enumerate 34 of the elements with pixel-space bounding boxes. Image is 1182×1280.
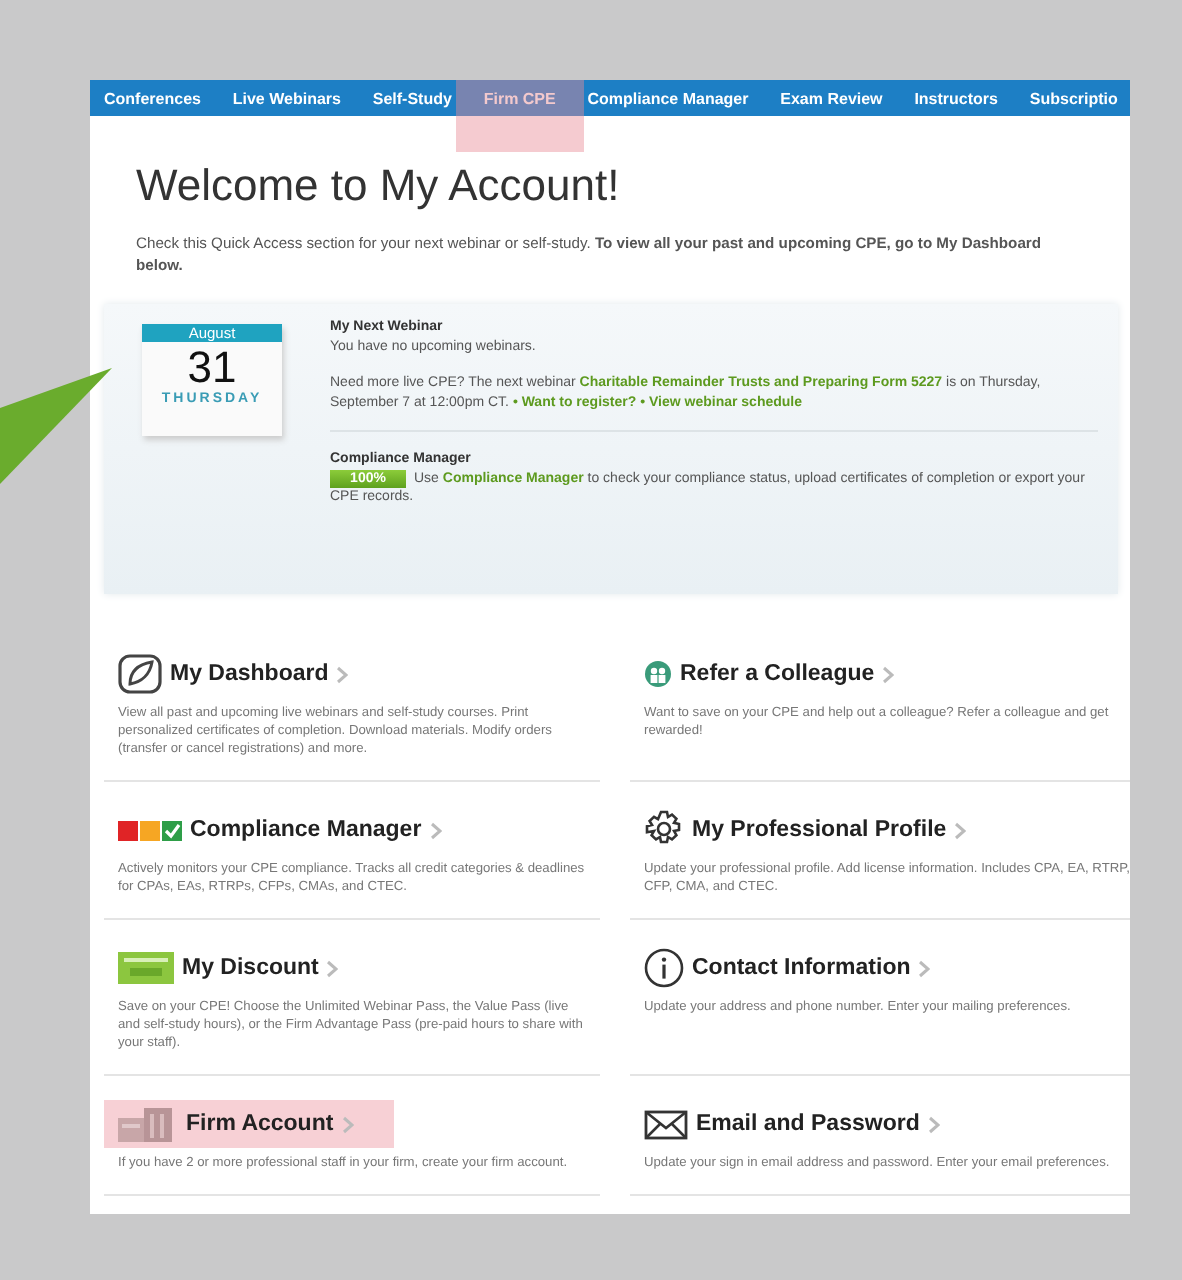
pointer-arrow [0,368,112,488]
page-title: Welcome to My Account! [136,160,622,212]
people-icon [644,660,672,688]
card-icon [118,952,174,984]
chevron-icon [326,959,339,977]
tile-link[interactable]: My Professional Profile [692,818,947,842]
chevron-icon [918,959,931,977]
tile-link[interactable]: Contact Information [692,956,911,980]
tile-link[interactable]: My Dashboard [170,662,329,686]
tile-link[interactable]: Refer a Colleague [680,662,875,686]
chevron-icon [882,665,895,683]
chevron-icon [954,821,967,839]
tile-link[interactable]: My Discount [182,956,319,980]
envelope-icon [644,1109,688,1139]
nav-link[interactable]: Subscriptio [1029,90,1118,108]
buildings-icon [118,1106,178,1142]
chevron-icon [336,665,349,683]
nav-link[interactable]: Conferences [104,90,201,108]
nav-link[interactable]: Compliance Manager [587,90,749,108]
nav-link[interactable]: Live Webinars [232,90,341,108]
chevron-icon [429,821,442,839]
dashboard-icon [118,654,162,694]
info-icon [644,948,684,988]
tile-link[interactable]: Compliance Manager [190,818,422,842]
nav-link[interactable]: Exam Review [780,90,883,108]
chevron-icon [927,1115,940,1133]
tile-link[interactable]: Email and Password [696,1112,920,1136]
nav-link[interactable]: Firm CPE [483,90,556,108]
tile-link[interactable]: Firm Account [186,1112,334,1136]
nav-link[interactable]: Self-Study [372,90,452,108]
calendar-day: 31 [142,342,282,392]
chevron-icon [341,1115,354,1133]
nav-link[interactable]: Instructors [914,90,998,108]
status-squares-icon [118,819,182,841]
